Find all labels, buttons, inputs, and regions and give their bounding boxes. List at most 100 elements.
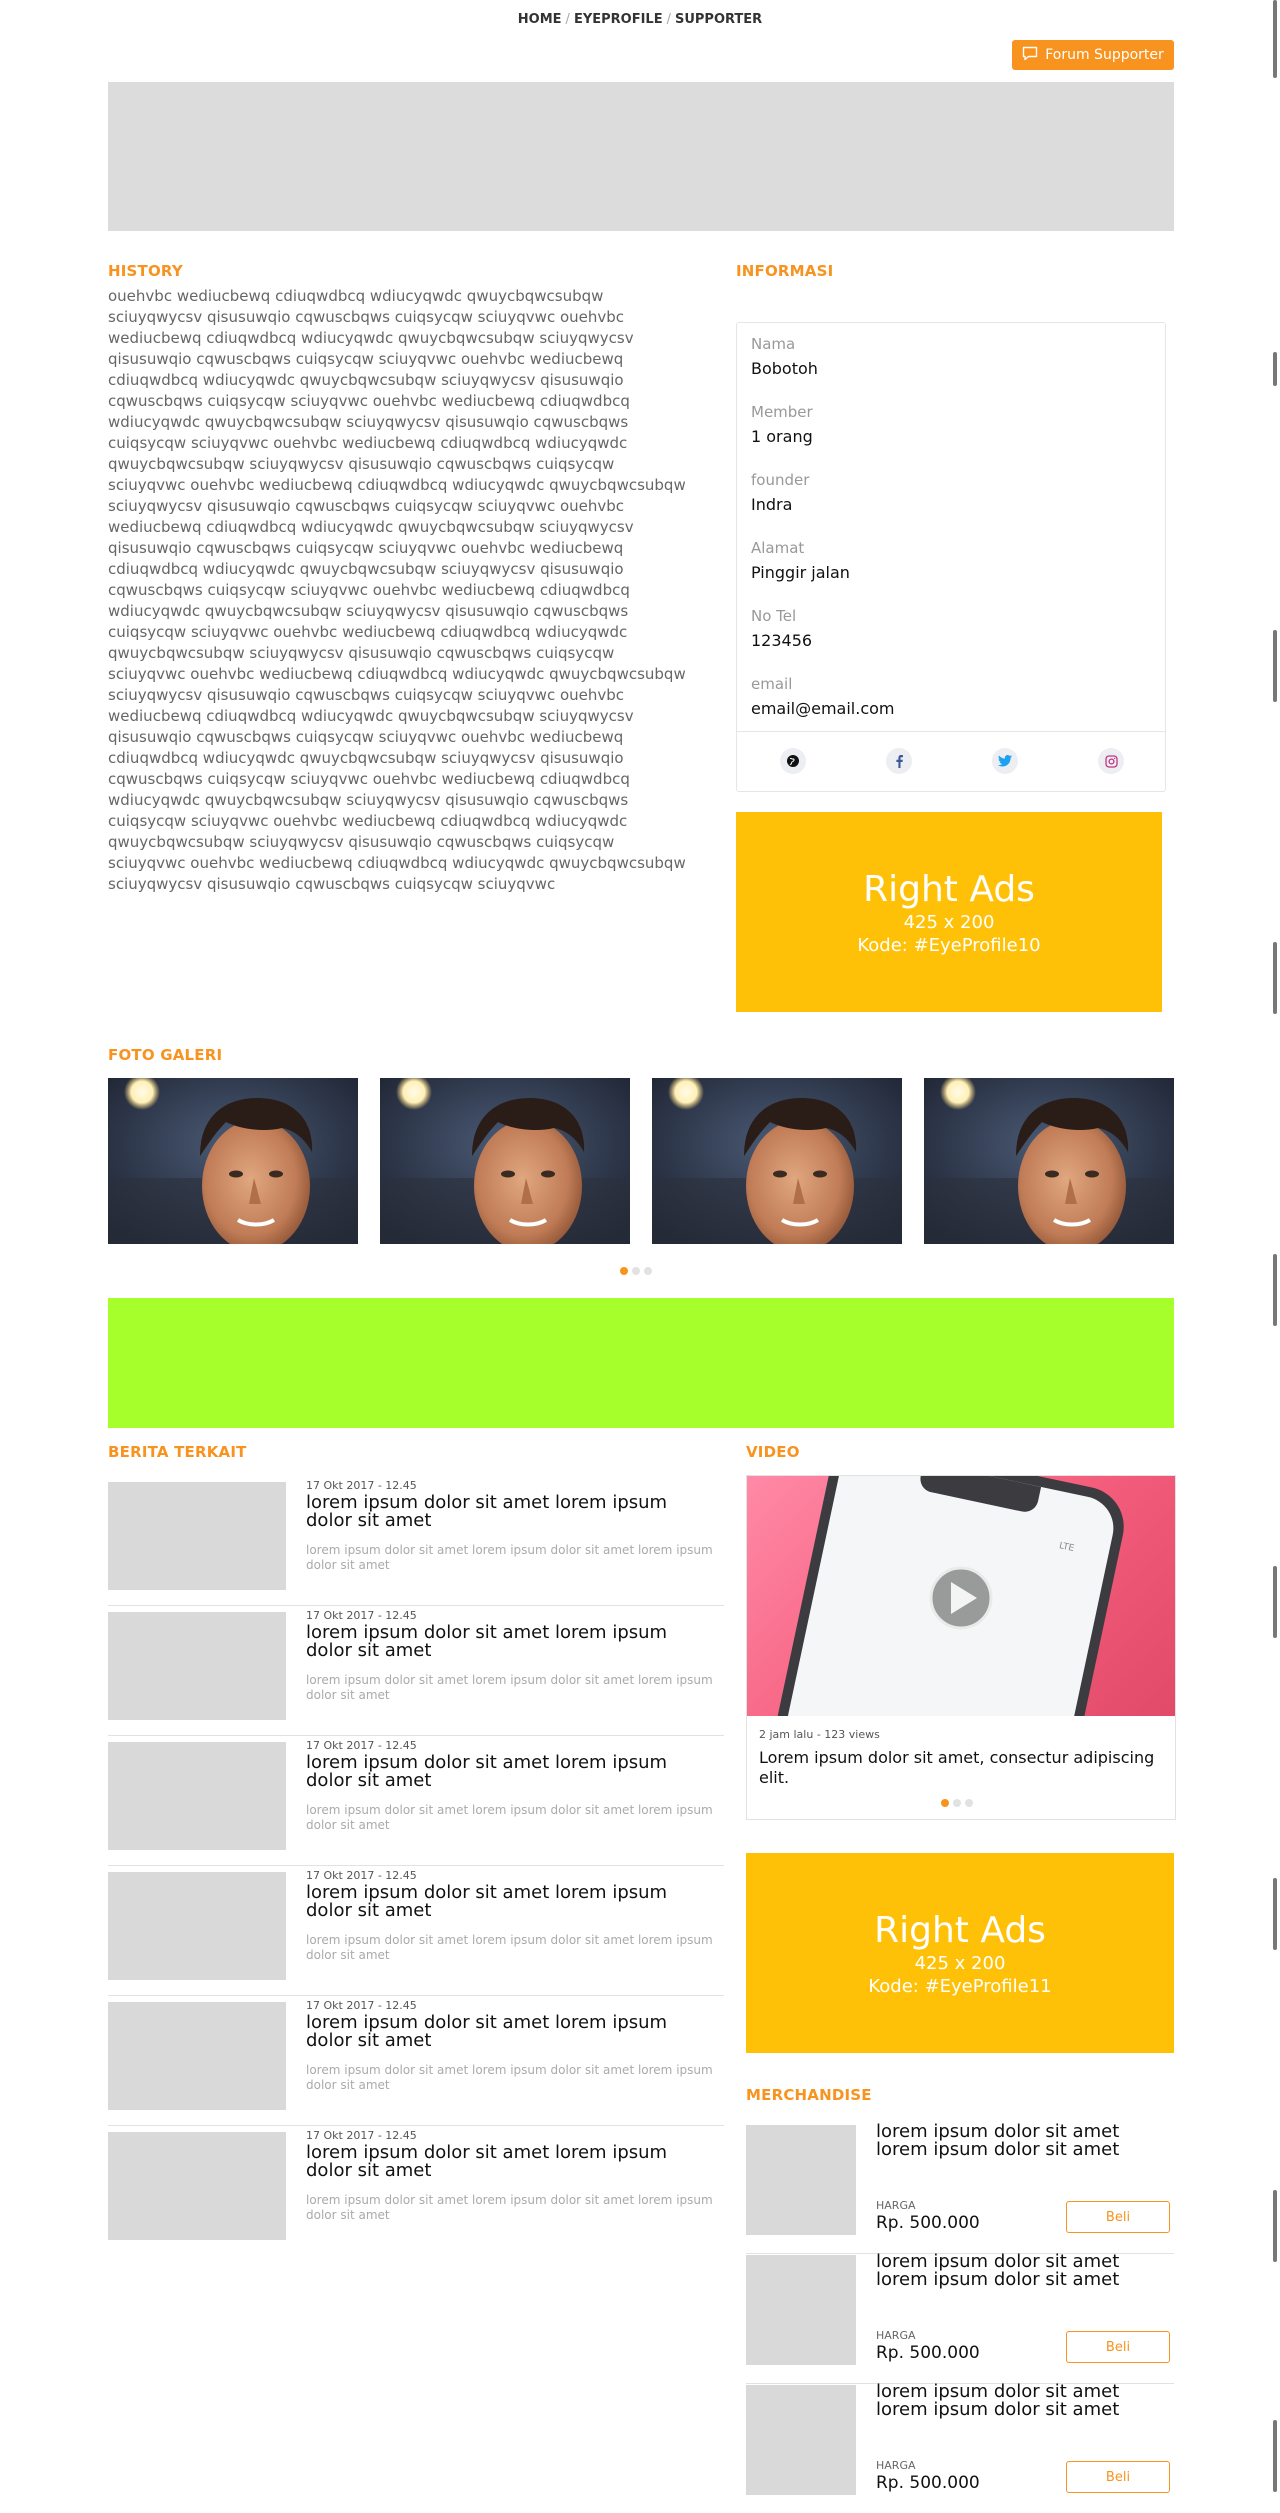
info-field-alamat: Alamat Pinggir jalan: [751, 539, 850, 582]
ads-code: Kode: #EyeProfile10: [857, 934, 1041, 956]
pagination-dot[interactable]: [941, 1799, 949, 1807]
info-field-member: Member 1 orang: [751, 403, 813, 446]
scrollbar-thumb[interactable]: [1273, 2190, 1277, 2262]
merchandise-title: MERCHANDISE: [746, 2086, 872, 2104]
merch-thumbnail[interactable]: [746, 2385, 856, 2495]
news-description: lorem ipsum dolor sit amet lorem ipsum d…: [306, 1933, 713, 1962]
merch-thumbnail[interactable]: [746, 2255, 856, 2365]
info-label: founder: [751, 471, 810, 489]
info-label: email: [751, 675, 793, 693]
chat-bubble-icon: [1022, 46, 1038, 65]
berita-terkait-title: BERITA TERKAIT: [108, 1443, 247, 1461]
ads-title: Right Ads: [863, 868, 1035, 910]
info-field-no-tel: No Tel 123456: [751, 607, 812, 650]
news-description: lorem ipsum dolor sit amet lorem ipsum d…: [306, 1543, 713, 1572]
news-thumbnail[interactable]: [108, 1742, 286, 1850]
news-date: 17 Okt 2017 - 12.45: [306, 1999, 417, 2012]
scrollbar-thumb[interactable]: [1273, 1878, 1277, 1950]
news-thumbnail[interactable]: [108, 2132, 286, 2240]
news-item[interactable]: 17 Okt 2017 - 12.45 lorem ipsum dolor si…: [108, 1475, 724, 1606]
news-title[interactable]: lorem ipsum dolor sit amet lorem ipsum d…: [306, 1624, 716, 1660]
scrollbar-thumb[interactable]: [1273, 1566, 1277, 1638]
video-title: VIDEO: [746, 1443, 800, 1461]
news-title[interactable]: lorem ipsum dolor sit amet lorem ipsum d…: [306, 2144, 716, 2180]
scrollbar-thumb[interactable]: [1273, 630, 1277, 702]
news-item[interactable]: 17 Okt 2017 - 12.45 lorem ipsum dolor si…: [108, 1865, 724, 1996]
merch-price: Rp. 500.000: [876, 2213, 980, 2233]
facebook-icon[interactable]: [886, 748, 912, 774]
top-banner-ad[interactable]: [108, 82, 1174, 231]
scrollbar-thumb[interactable]: [1273, 0, 1277, 78]
history-title: HISTORY: [108, 262, 183, 280]
play-icon[interactable]: [945, 1582, 977, 1614]
info-field-email: email email@email.com: [751, 675, 895, 718]
scrollbar-thumb[interactable]: [1273, 2420, 1277, 2492]
informasi-title: INFORMASI: [736, 262, 834, 280]
merch-name[interactable]: lorem ipsum dolor sit amet lorem ipsum d…: [876, 2253, 1166, 2289]
pagination-dot[interactable]: [953, 1799, 961, 1807]
pagination-dot[interactable]: [644, 1267, 652, 1275]
news-description: lorem ipsum dolor sit amet lorem ipsum d…: [306, 1673, 713, 1702]
info-value: 1 orang: [751, 427, 813, 446]
news-thumbnail[interactable]: [108, 2002, 286, 2110]
breadcrumb-separator: /: [565, 12, 570, 27]
globe-icon[interactable]: [780, 748, 806, 774]
beli-button[interactable]: Beli: [1066, 2331, 1170, 2363]
news-item[interactable]: 17 Okt 2017 - 12.45 lorem ipsum dolor si…: [108, 1735, 724, 1866]
merch-item: lorem ipsum dolor sit amet lorem ipsum d…: [746, 2123, 1174, 2254]
instagram-icon[interactable]: [1098, 748, 1124, 774]
merch-price: Rp. 500.000: [876, 2473, 980, 2493]
news-item[interactable]: 17 Okt 2017 - 12.45 lorem ipsum dolor si…: [108, 1605, 724, 1736]
news-title[interactable]: lorem ipsum dolor sit amet lorem ipsum d…: [306, 1494, 716, 1530]
breadcrumb-supporter[interactable]: SUPPORTER: [675, 12, 762, 27]
right-ads-2[interactable]: Right Ads 425 x 200 Kode: #EyeProfile11: [746, 1853, 1174, 2053]
news-date: 17 Okt 2017 - 12.45: [306, 1869, 417, 1882]
news-description: lorem ipsum dolor sit amet lorem ipsum d…: [306, 2193, 713, 2222]
scrollbar-thumb[interactable]: [1273, 1254, 1277, 1326]
info-field-founder: founder Indra: [751, 471, 809, 514]
breadcrumb-eyeprofile[interactable]: EYEPROFILE: [574, 12, 663, 27]
news-thumbnail[interactable]: [108, 1612, 286, 1720]
info-value: Pinggir jalan: [751, 563, 850, 582]
beli-button[interactable]: Beli: [1066, 2461, 1170, 2493]
breadcrumb-home[interactable]: HOME: [518, 12, 562, 27]
merch-harga-label: HARGA: [876, 2459, 916, 2472]
twitter-icon[interactable]: [992, 748, 1018, 774]
scrollbar-thumb[interactable]: [1273, 942, 1277, 1014]
news-item[interactable]: 17 Okt 2017 - 12.45 lorem ipsum dolor si…: [108, 1995, 724, 2126]
divider: [737, 731, 1165, 732]
merch-name[interactable]: lorem ipsum dolor sit amet lorem ipsum d…: [876, 2123, 1166, 2159]
news-title[interactable]: lorem ipsum dolor sit amet lorem ipsum d…: [306, 1754, 716, 1790]
scrollbar-thumb[interactable]: [1273, 352, 1277, 386]
merch-name[interactable]: lorem ipsum dolor sit amet lorem ipsum d…: [876, 2383, 1166, 2419]
info-value: Bobotoh: [751, 359, 818, 378]
news-title[interactable]: lorem ipsum dolor sit amet lorem ipsum d…: [306, 1884, 716, 1920]
news-item[interactable]: 17 Okt 2017 - 12.45 lorem ipsum dolor si…: [108, 2125, 724, 2255]
right-ads-1[interactable]: Right Ads 425 x 200 Kode: #EyeProfile10: [736, 812, 1162, 1012]
news-thumbnail[interactable]: [108, 1482, 286, 1590]
forum-supporter-button[interactable]: Forum Supporter: [1012, 40, 1174, 70]
info-value: email@email.com: [751, 699, 895, 718]
news-date: 17 Okt 2017 - 12.45: [306, 2129, 417, 2142]
pagination-dot[interactable]: [965, 1799, 973, 1807]
video-description[interactable]: Lorem ipsum dolor sit amet, consectur ad…: [759, 1748, 1169, 1788]
pagination-dot[interactable]: [620, 1267, 628, 1275]
news-title[interactable]: lorem ipsum dolor sit amet lorem ipsum d…: [306, 2014, 716, 2050]
gallery-image[interactable]: [924, 1078, 1174, 1244]
pagination-dot[interactable]: [632, 1267, 640, 1275]
gallery-image[interactable]: [380, 1078, 630, 1244]
ads-size: 425 x 200: [914, 1952, 1006, 1974]
info-label: Member: [751, 403, 813, 421]
news-thumbnail[interactable]: [108, 1872, 286, 1980]
merch-thumbnail[interactable]: [746, 2125, 856, 2235]
gallery-image[interactable]: [652, 1078, 902, 1244]
info-value: Indra: [751, 495, 793, 514]
gallery-image[interactable]: [108, 1078, 358, 1244]
video-card: LTE 2 jam lalu - 123 views Lorem ipsum d…: [746, 1475, 1176, 1820]
middle-banner-ad[interactable]: [108, 1298, 1174, 1428]
news-description: lorem ipsum dolor sit amet lorem ipsum d…: [306, 2063, 713, 2092]
beli-button[interactable]: Beli: [1066, 2201, 1170, 2233]
gallery-pagination: [620, 1267, 652, 1275]
info-value: 123456: [751, 631, 813, 650]
info-label: Nama: [751, 335, 796, 353]
